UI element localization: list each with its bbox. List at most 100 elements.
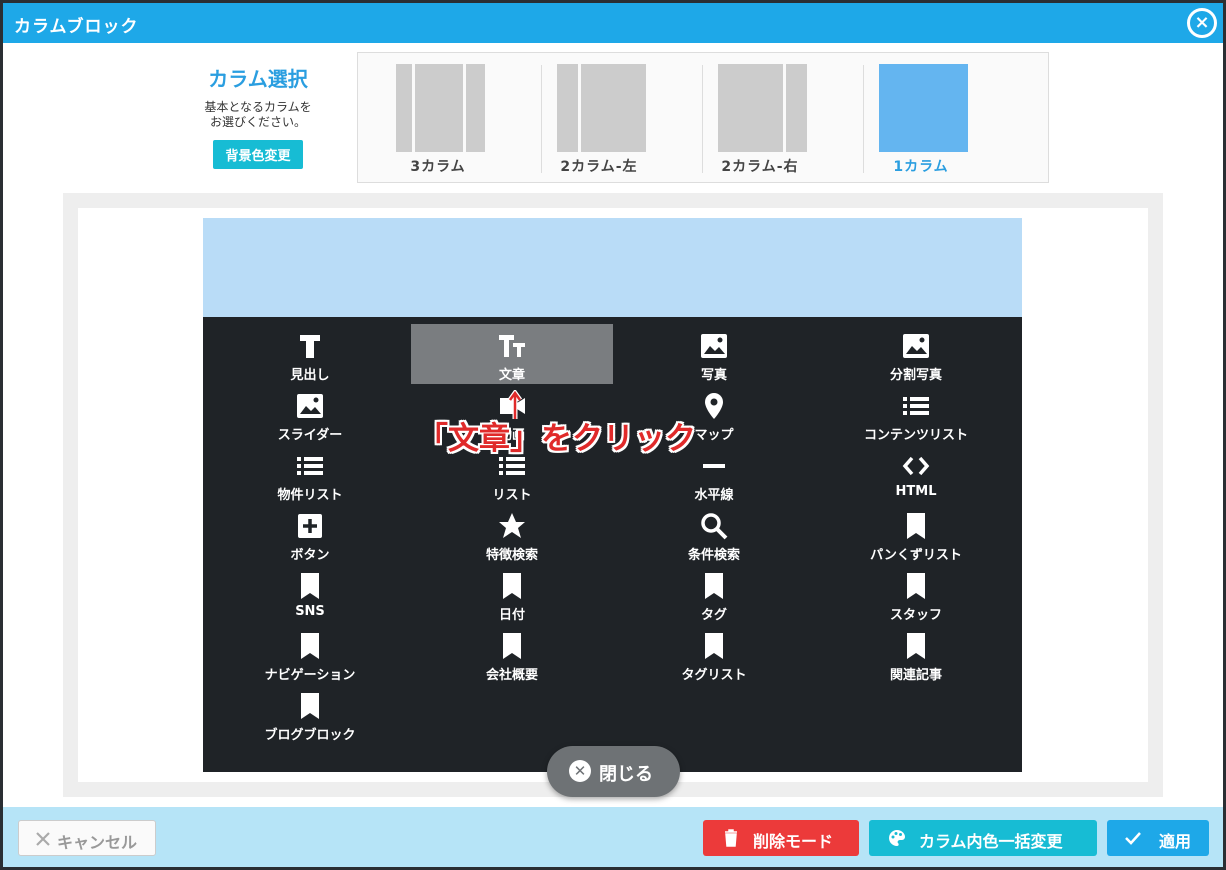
block-type-item[interactable]: 日付 xyxy=(411,564,613,624)
block-type-item[interactable]: コンテンツリスト xyxy=(815,384,1017,444)
block-type-item[interactable]: 特徴検索 xyxy=(411,504,613,564)
block-type-label: 特徴検索 xyxy=(485,548,538,563)
list-icon xyxy=(901,391,931,421)
block-type-item[interactable]: ボタン xyxy=(209,504,411,564)
block-type-label: タグリスト xyxy=(681,668,747,683)
block-type-label: 分割写真 xyxy=(889,368,942,383)
layout-thumbnail-2col-left xyxy=(557,64,646,152)
bookmark-icon xyxy=(497,631,527,661)
layout-option-2col-right[interactable]: 2カラム-右 xyxy=(680,53,840,184)
modal-titlebar: カラムブロック × xyxy=(3,3,1223,43)
modal-title: カラムブロック xyxy=(14,17,139,37)
block-type-item[interactable]: 写真 xyxy=(613,324,815,384)
column-select-heading: カラム選択 xyxy=(208,67,308,91)
block-type-label: スタッフ xyxy=(889,608,942,623)
bookmark-icon xyxy=(295,571,325,601)
block-type-label: タグ xyxy=(700,608,727,623)
close-menu-button[interactable]: ✕ 閉じる xyxy=(547,746,680,797)
close-icon xyxy=(36,832,50,846)
column-placeholder[interactable] xyxy=(203,218,1022,317)
close-menu-label: 閉じる xyxy=(599,764,653,785)
check-icon xyxy=(1125,832,1141,845)
horizontal-rule-icon xyxy=(699,451,729,481)
column-block-modal: カラムブロック × カラム選択 基本となるカラムを お選びください。 背景色変更… xyxy=(3,3,1223,867)
block-type-menu: 見出し 文章 写真 分割写真 スライダー 動画 マップ コンテンツリスト 物件リスト リスト 水平線… xyxy=(203,317,1022,772)
block-type-item[interactable]: タグ xyxy=(613,564,815,624)
image-icon xyxy=(295,391,325,421)
layout-label: 2カラム-左 xyxy=(560,159,638,175)
block-type-item[interactable]: スタッフ xyxy=(815,564,1017,624)
block-type-label: リスト xyxy=(492,488,532,503)
column-select-panel: カラム選択 基本となるカラムを お選びください。 背景色変更 xyxy=(173,63,343,169)
cancel-label: キャンセル xyxy=(57,833,138,852)
bulk-color-change-button[interactable]: カラム内色一括変更 xyxy=(869,820,1097,856)
layout-label: 1カラム xyxy=(893,159,949,175)
block-type-item[interactable]: ナビゲーション xyxy=(209,624,411,684)
bookmark-icon xyxy=(901,511,931,541)
bookmark-icon xyxy=(699,631,729,661)
block-type-item[interactable]: パンくずリスト xyxy=(815,504,1017,564)
block-type-item[interactable]: 文章 xyxy=(411,324,613,384)
text-icon xyxy=(497,331,527,361)
block-type-label: コンテンツリスト xyxy=(863,428,968,443)
block-type-label: 日付 xyxy=(498,608,525,623)
block-type-item[interactable]: 物件リスト xyxy=(209,444,411,504)
apply-label: 適用 xyxy=(1159,832,1192,851)
block-type-item[interactable]: 見出し xyxy=(209,324,411,384)
list-icon xyxy=(295,451,325,481)
search-icon xyxy=(699,511,729,541)
bookmark-icon xyxy=(497,571,527,601)
layout-thumbnail-2col-right xyxy=(718,64,807,152)
block-type-label: 文章 xyxy=(498,368,525,383)
apply-button[interactable]: 適用 xyxy=(1107,820,1209,856)
image-icon xyxy=(901,331,931,361)
plus-box-icon xyxy=(295,511,325,541)
block-type-item[interactable]: 会社概要 xyxy=(411,624,613,684)
block-type-label: パンくずリスト xyxy=(870,548,962,563)
layout-thumbnail-3col xyxy=(396,64,485,152)
block-type-item[interactable]: 条件検索 xyxy=(613,504,815,564)
block-type-label: 会社概要 xyxy=(485,668,538,683)
layout-option-3col[interactable]: 3カラム xyxy=(358,53,518,184)
description-line-1: 基本となるカラムを xyxy=(204,100,312,114)
block-type-label: 写真 xyxy=(700,368,727,383)
trash-icon xyxy=(725,829,737,847)
instruction-annotation: 「文章」をクリック xyxy=(417,421,696,457)
cancel-button[interactable]: キャンセル xyxy=(18,820,156,856)
description-line-2: お選びください。 xyxy=(209,115,306,129)
layout-option-1col[interactable]: 1カラム xyxy=(841,53,1001,184)
layout-options: 3カラム 2カラム-左 2カラム-右 1カラム xyxy=(357,52,1049,183)
close-icon[interactable]: × xyxy=(1187,8,1217,38)
block-type-label: SNS xyxy=(295,604,325,619)
block-type-item[interactable]: 関連記事 xyxy=(815,624,1017,684)
close-circle-icon: ✕ xyxy=(569,760,591,782)
modal-footer: キャンセル 削除モード カラム内色一括変更 適用 xyxy=(3,807,1223,867)
image-icon xyxy=(699,331,729,361)
block-type-item[interactable]: ブログブロック xyxy=(209,684,411,744)
bookmark-icon xyxy=(901,571,931,601)
layout-label: 2カラム-右 xyxy=(721,159,799,175)
bookmark-icon xyxy=(901,631,931,661)
map-pin-icon xyxy=(699,391,729,421)
block-type-item[interactable]: 分割写真 xyxy=(815,324,1017,384)
layout-thumbnail-1col xyxy=(879,64,968,152)
bookmark-icon xyxy=(699,571,729,601)
delete-mode-label: 削除モード xyxy=(753,832,834,851)
bookmark-icon xyxy=(295,691,325,721)
block-type-label: ボタン xyxy=(290,548,330,563)
code-icon xyxy=(901,451,931,481)
block-type-label: 物件リスト xyxy=(277,488,343,503)
block-type-item[interactable]: SNS xyxy=(209,564,411,624)
block-type-label: 見出し xyxy=(290,368,330,383)
block-type-item[interactable]: タグリスト xyxy=(613,624,815,684)
bookmark-icon xyxy=(295,631,325,661)
bg-color-button[interactable]: 背景色変更 xyxy=(213,140,303,169)
block-type-label: ナビゲーション xyxy=(264,668,356,683)
annotation-arrow xyxy=(508,390,522,419)
layout-label: 3カラム xyxy=(410,159,466,175)
block-type-item[interactable]: スライダー xyxy=(209,384,411,444)
block-type-label: HTML xyxy=(895,484,937,499)
delete-mode-button[interactable]: 削除モード xyxy=(703,820,859,856)
block-type-item[interactable]: HTML xyxy=(815,444,1017,504)
layout-option-2col-left[interactable]: 2カラム-左 xyxy=(519,53,679,184)
